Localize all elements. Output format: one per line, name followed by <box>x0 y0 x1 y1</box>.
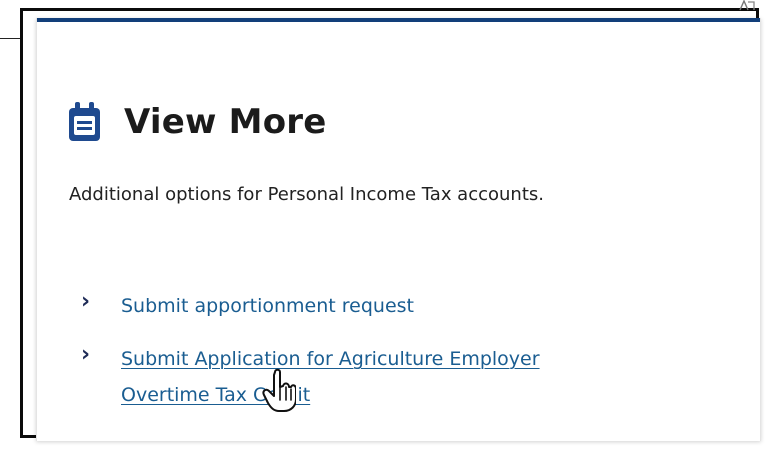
card-description: Additional options for Personal Income T… <box>69 184 544 205</box>
card-accent-bar <box>37 18 760 22</box>
agriculture-credit-link[interactable]: Submit Application for Agriculture Emplo… <box>121 341 540 413</box>
page-title: View More <box>124 101 327 142</box>
calendar-icon <box>69 101 100 141</box>
card-header: View More <box>67 78 327 166</box>
apportionment-link-row[interactable]: › Submit apportionment request <box>81 288 681 324</box>
submit-apportionment-request-link[interactable]: Submit apportionment request <box>121 288 414 324</box>
screenshot-page: View More Additional options for Persona… <box>0 0 766 450</box>
view-more-card: View More Additional options for Persona… <box>36 18 761 441</box>
agriculture-credit-link-row[interactable]: › Submit Application for Agriculture Emp… <box>81 341 681 413</box>
partial-window-icon <box>739 0 755 11</box>
agriculture-credit-link-line-1[interactable]: Submit Application for Agriculture Emplo… <box>121 341 540 377</box>
agriculture-credit-link-line-2[interactable]: Overtime Tax Credit <box>121 377 540 413</box>
chevron-right-icon: › <box>81 342 91 367</box>
view-more-links: › Submit apportionment request › Submit … <box>81 288 681 430</box>
chevron-right-icon: › <box>81 289 91 314</box>
